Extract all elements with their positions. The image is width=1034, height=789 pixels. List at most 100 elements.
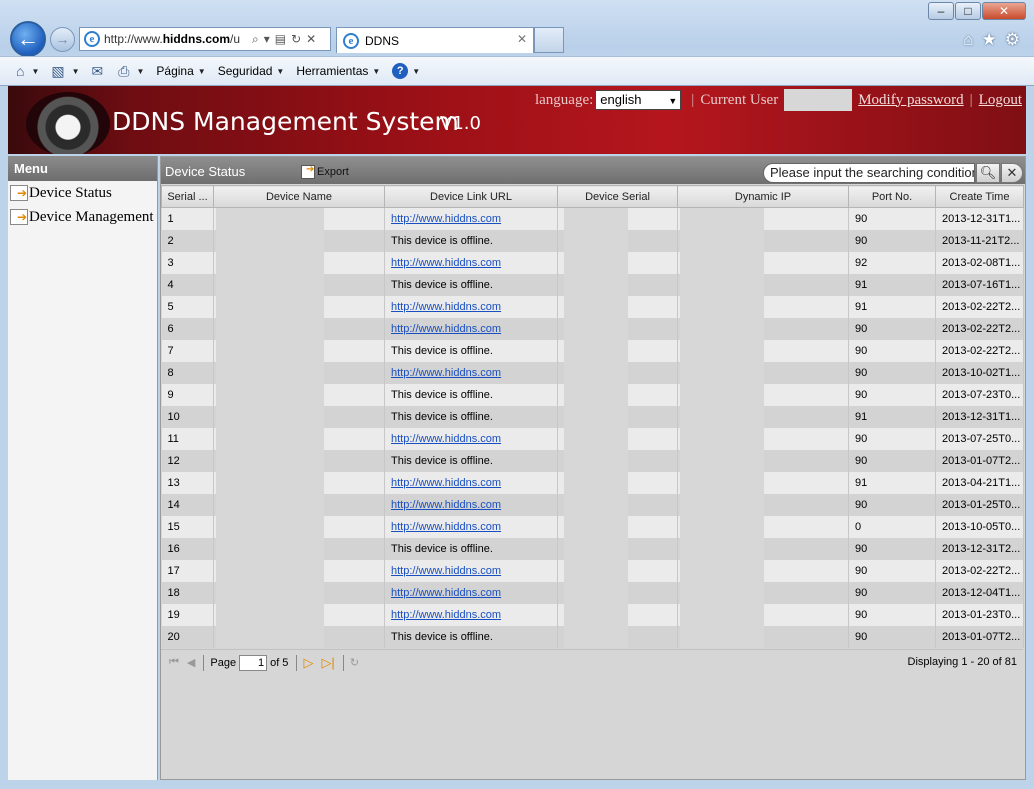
table-row[interactable]: 2 This device is offline. 90 2013-11-21T2..… bbox=[161, 229, 1024, 252]
logout-link[interactable]: Logout bbox=[979, 92, 1022, 109]
home-command[interactable]: ⌂ ▼ bbox=[16, 63, 39, 79]
table-row[interactable]: 16 This device is offline. 90 2013-12-31T2.… bbox=[161, 537, 1024, 560]
table-row[interactable]: 14 http://www.hiddns.com 90 2013-01-25T0... bbox=[161, 493, 1024, 516]
home-icon[interactable]: ⌂ bbox=[963, 30, 973, 50]
help-command[interactable]: ? ▼ bbox=[392, 63, 420, 79]
table-row[interactable]: 10 This device is offline. 91 2013-12-31T1.… bbox=[161, 405, 1024, 428]
redacted-block bbox=[564, 317, 628, 340]
address-text[interactable]: http://www.hiddns.com/u bbox=[104, 32, 246, 46]
first-page-icon[interactable]: ⏮ bbox=[169, 656, 179, 669]
table-row[interactable]: 19 http://www.hiddns.com 90 2013-01-23T0... bbox=[161, 603, 1024, 626]
new-tab-button[interactable] bbox=[534, 27, 564, 53]
chevron-down-icon: ▼ bbox=[412, 66, 421, 76]
create-time-cell: 2013-11-21T2... bbox=[935, 229, 1024, 252]
serial-cell: 17 bbox=[161, 559, 214, 582]
device-link[interactable]: http://www.hiddns.com bbox=[391, 433, 501, 445]
mail-command[interactable]: ✉ bbox=[92, 63, 107, 80]
device-link[interactable]: http://www.hiddns.com bbox=[391, 301, 501, 313]
device-serial-cell bbox=[557, 581, 678, 604]
dropdown-icon[interactable]: ▾ bbox=[264, 32, 270, 47]
device-link[interactable]: http://www.hiddns.com bbox=[391, 257, 501, 269]
maximize-button[interactable]: □ bbox=[955, 2, 981, 20]
export-button[interactable]: Export bbox=[301, 164, 349, 179]
redacted-block bbox=[680, 537, 764, 560]
table-row[interactable]: 3 http://www.hiddns.com 92 2013-02-08T1... bbox=[161, 251, 1024, 274]
device-link[interactable]: http://www.hiddns.com bbox=[391, 587, 501, 599]
create-time-cell: 2013-12-31T1... bbox=[935, 405, 1024, 428]
previous-page-icon[interactable]: ◀ bbox=[187, 656, 195, 669]
menu-herramientas[interactable]: Herramientas ▼ bbox=[296, 64, 380, 78]
redacted-block bbox=[680, 427, 764, 450]
device-link[interactable]: http://www.hiddns.com bbox=[391, 499, 501, 511]
device-link[interactable]: http://www.hiddns.com bbox=[391, 323, 501, 335]
redacted-block bbox=[564, 295, 628, 318]
close-window-button[interactable]: ✕ bbox=[982, 2, 1026, 20]
next-page-icon[interactable]: ▷ bbox=[303, 655, 313, 671]
search-button[interactable]: 🔍︎ bbox=[976, 163, 1000, 183]
table-row[interactable]: 9 This device is offline. 90 2013-07-23T0..… bbox=[161, 383, 1024, 406]
table-row[interactable]: 11 http://www.hiddns.com 90 2013-07-25T0... bbox=[161, 427, 1024, 450]
device-link[interactable]: http://www.hiddns.com bbox=[391, 367, 501, 379]
device-name-cell bbox=[213, 273, 385, 296]
compat-view-icon[interactable]: ▤ bbox=[275, 32, 286, 47]
device-link-cell: This device is offline. bbox=[384, 339, 558, 362]
forward-button[interactable]: → bbox=[50, 27, 75, 52]
table-row[interactable]: 18 http://www.hiddns.com 90 2013-12-04T1... bbox=[161, 581, 1024, 604]
sidebar-item-device-status[interactable]: Device Status bbox=[8, 181, 157, 205]
clear-search-button[interactable]: ✕ bbox=[1001, 163, 1023, 183]
minimize-button[interactable]: – bbox=[928, 2, 954, 20]
device-link[interactable]: http://www.hiddns.com bbox=[391, 477, 501, 489]
column-header-device-name[interactable]: Device Name bbox=[213, 185, 385, 208]
table-row[interactable]: 1 http://www.hiddns.com 90 2013-12-31T1... bbox=[161, 207, 1024, 230]
language-select[interactable]: english ▼ bbox=[595, 90, 682, 110]
column-header-serial[interactable]: Serial ... bbox=[161, 185, 214, 208]
column-header-create-time[interactable]: Create Time bbox=[935, 185, 1024, 208]
feeds-command[interactable]: ▧ ▼ bbox=[51, 63, 79, 80]
device-status-panel: Device Status Export Please input the se… bbox=[160, 156, 1026, 780]
search-icon[interactable]: ⌕ bbox=[252, 32, 259, 47]
tab-close-icon[interactable]: ✕ bbox=[517, 32, 527, 46]
modify-password-link[interactable]: Modify password bbox=[858, 92, 963, 109]
table-row[interactable]: 20 This device is offline. 90 2013-01-07T2.… bbox=[161, 625, 1024, 648]
refresh-icon[interactable]: ↻ bbox=[291, 32, 301, 47]
column-header-port[interactable]: Port No. bbox=[848, 185, 936, 208]
table-row[interactable]: 8 http://www.hiddns.com 90 2013-10-02T1... bbox=[161, 361, 1024, 384]
tools-gear-icon[interactable]: ⚙ bbox=[1005, 30, 1020, 50]
column-header-device-serial[interactable]: Device Serial bbox=[557, 185, 678, 208]
table-header-row: Serial ... Device Name Device Link URL D… bbox=[161, 185, 1024, 208]
table-row[interactable]: 17 http://www.hiddns.com 90 2013-02-22T2... bbox=[161, 559, 1024, 582]
back-button[interactable]: ← bbox=[10, 21, 46, 57]
browser-tab[interactable]: e DDNS ✕ bbox=[336, 27, 534, 53]
redacted-block bbox=[216, 603, 324, 626]
page-number-input[interactable]: 1 bbox=[239, 654, 268, 671]
column-header-dynamic-ip[interactable]: Dynamic IP bbox=[677, 185, 849, 208]
table-row[interactable]: 6 http://www.hiddns.com 90 2013-02-22T2... bbox=[161, 317, 1024, 340]
refresh-icon[interactable]: ↻ bbox=[350, 656, 359, 669]
device-link[interactable]: http://www.hiddns.com bbox=[391, 521, 501, 533]
menu-seguridad[interactable]: Seguridad ▼ bbox=[218, 64, 285, 78]
device-link-cell: http://www.hiddns.com bbox=[384, 361, 558, 384]
menu-pagina[interactable]: Página ▼ bbox=[156, 64, 205, 78]
stop-icon[interactable]: ✕ bbox=[306, 32, 316, 47]
table-row[interactable]: 5 http://www.hiddns.com 91 2013-02-22T2... bbox=[161, 295, 1024, 318]
search-input[interactable]: Please input the searching condition bbox=[763, 163, 975, 183]
favorites-star-icon[interactable]: ★ bbox=[982, 30, 997, 50]
serial-cell: 15 bbox=[161, 515, 214, 538]
redacted-block bbox=[680, 625, 764, 648]
separator: | bbox=[969, 91, 973, 108]
column-header-link-url[interactable]: Device Link URL bbox=[384, 185, 558, 208]
table-row[interactable]: 15 http://www.hiddns.com 0 2013-10-05T0... bbox=[161, 515, 1024, 538]
port-cell: 0 bbox=[848, 515, 936, 538]
table-row[interactable]: 7 This device is offline. 90 2013-02-22T2..… bbox=[161, 339, 1024, 362]
address-bar[interactable]: e http://www.hiddns.com/u ⌕ ▾ ▤ ↻ ✕ bbox=[79, 27, 331, 51]
device-link[interactable]: http://www.hiddns.com bbox=[391, 609, 501, 621]
last-page-icon[interactable]: ▷| bbox=[321, 655, 334, 671]
table-row[interactable]: 12 This device is offline. 90 2013-01-07T2.… bbox=[161, 449, 1024, 472]
device-link[interactable]: http://www.hiddns.com bbox=[391, 565, 501, 577]
table-row[interactable]: 4 This device is offline. 91 2013-07-16T1..… bbox=[161, 273, 1024, 296]
print-command[interactable]: ⎙ ▼ bbox=[118, 63, 144, 80]
device-link[interactable]: http://www.hiddns.com bbox=[391, 213, 501, 225]
sidebar-item-device-management[interactable]: Device Management bbox=[8, 205, 157, 229]
table-row[interactable]: 13 http://www.hiddns.com 91 2013-04-21T1... bbox=[161, 471, 1024, 494]
redacted-block bbox=[564, 493, 628, 516]
